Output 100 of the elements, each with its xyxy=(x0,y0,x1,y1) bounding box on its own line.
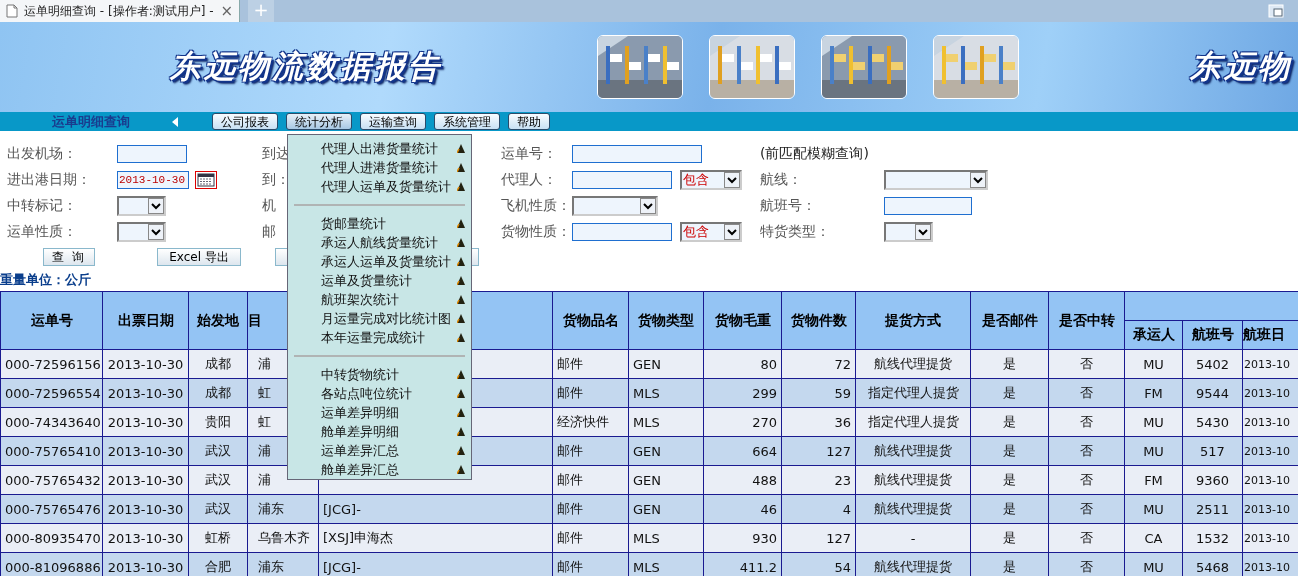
chevron-down-icon[interactable] xyxy=(970,172,986,188)
menu-button[interactable]: 公司报表 xyxy=(212,113,278,130)
table-cell: 邮件 xyxy=(552,523,629,553)
calendar-icon[interactable] xyxy=(195,171,217,189)
table-cell: 武汉 xyxy=(188,436,248,466)
document-icon xyxy=(6,4,18,18)
menu-item[interactable]: 代理人运单及货量统计 xyxy=(288,177,471,196)
dropdown-field[interactable] xyxy=(572,196,658,216)
table-cell: [XSJ]申海杰 xyxy=(318,523,553,553)
table-cell: 航线代理提货 xyxy=(855,436,971,466)
menu-item[interactable]: 承运人运单及货量统计 xyxy=(294,252,465,271)
menu-item[interactable]: 承运人航线货量统计 xyxy=(294,233,465,252)
table-cell: 武汉 xyxy=(188,465,248,495)
dropdown-field[interactable] xyxy=(884,222,933,242)
close-button[interactable]: × xyxy=(220,2,233,20)
page-title: 运单明细查询 xyxy=(52,112,131,131)
menu-item[interactable]: 运单及货量统计 xyxy=(294,271,465,290)
chevron-down-icon[interactable] xyxy=(915,224,931,240)
field-label: 运单号： xyxy=(501,145,557,163)
chevron-down-icon[interactable] xyxy=(148,198,164,214)
triangle-icon xyxy=(457,295,465,304)
browser-tab[interactable]: 运单明细查询 - [操作者:测试用户] - × xyxy=(0,0,240,22)
field-label: 飞机性质： xyxy=(501,197,571,215)
table-cell: GEN xyxy=(628,465,704,495)
input-field[interactable] xyxy=(572,171,672,189)
dropdown-field[interactable] xyxy=(117,196,166,216)
field-label: 运单性质： xyxy=(7,223,77,241)
table-cell: 59 xyxy=(781,378,856,408)
table-cell: 航线代理提货 xyxy=(855,494,971,524)
table-cell: 邮件 xyxy=(552,436,629,466)
table-cell: 虹桥 xyxy=(188,523,248,553)
form-button[interactable]: Excel 导出 xyxy=(157,248,241,266)
table-cell: 邮件 xyxy=(552,349,629,379)
chevron-down-icon[interactable] xyxy=(640,198,656,214)
table-cell: 航线代理提货 xyxy=(855,465,971,495)
input-field[interactable] xyxy=(572,223,672,241)
chevron-down-icon[interactable] xyxy=(724,172,740,188)
table-cell: 488 xyxy=(703,465,782,495)
table-cell: 2013-10-30 xyxy=(102,349,189,379)
table-cell: GEN xyxy=(628,349,704,379)
triangle-icon xyxy=(457,219,465,228)
left-triangle-icon[interactable] xyxy=(172,116,178,127)
table-cell: 000-72596156 xyxy=(0,349,103,379)
column-header: 承运人 xyxy=(1124,320,1183,350)
table-cell: 000-75765432 xyxy=(0,465,103,495)
table-cell: 9360 xyxy=(1182,465,1243,495)
table-cell: 9544 xyxy=(1182,378,1243,408)
table-cell: 否 xyxy=(1048,494,1125,524)
triangle-icon xyxy=(457,408,465,417)
table-cell: 否 xyxy=(1048,407,1125,437)
table-cell: 否 xyxy=(1048,378,1125,408)
column-header: 出票日期 xyxy=(102,291,189,350)
menu-button[interactable]: 统计分析 xyxy=(286,113,352,130)
table-cell: 299 xyxy=(703,378,782,408)
table-cell: 2013-10-30 xyxy=(102,378,189,408)
menu-item[interactable]: 货邮量统计 xyxy=(294,214,465,233)
table-cell: MU xyxy=(1124,407,1183,437)
menu-item[interactable]: 代理人进港货量统计 xyxy=(288,158,471,177)
table-cell: GEN xyxy=(628,436,704,466)
triangle-icon xyxy=(457,370,465,379)
table-cell: 否 xyxy=(1048,465,1125,495)
chevron-down-icon[interactable] xyxy=(148,224,164,240)
input-field[interactable] xyxy=(117,145,187,163)
triangle-icon xyxy=(457,333,465,342)
input-field[interactable] xyxy=(884,197,972,215)
table-cell: MLS xyxy=(628,523,704,553)
table-cell: GEN xyxy=(628,494,704,524)
table-cell: 5430 xyxy=(1182,407,1243,437)
dropdown-field[interactable] xyxy=(884,170,988,190)
menu-button[interactable]: 系统管理 xyxy=(434,113,500,130)
column-header: 货物件数 xyxy=(781,291,856,350)
input-field[interactable] xyxy=(572,145,702,163)
form-button[interactable]: 查 询 xyxy=(43,248,95,266)
triangle-icon xyxy=(457,238,465,247)
dropdown-field[interactable]: 包含 xyxy=(680,170,742,190)
chevron-down-icon[interactable] xyxy=(724,224,740,240)
triangle-icon xyxy=(457,276,465,285)
table-cell: MLS xyxy=(628,407,704,437)
menu-item[interactable]: 代理人出港货量统计 xyxy=(288,139,471,158)
dropdown-field[interactable]: 包含 xyxy=(680,222,742,242)
table-cell: 2013-10-30 xyxy=(102,465,189,495)
date-field[interactable]: 2013-10-30 xyxy=(117,171,189,189)
menu-button[interactable]: 帮助 xyxy=(508,113,550,130)
table-cell: MU xyxy=(1124,436,1183,466)
table-cell: MU xyxy=(1124,494,1183,524)
field-label: 航班号： xyxy=(760,197,816,215)
field-label: 邮 xyxy=(262,223,276,241)
triangle-icon xyxy=(457,144,465,153)
table-cell: 航线代理提货 xyxy=(855,349,971,379)
table-cell: 4 xyxy=(781,494,856,524)
column-header: 运单号 xyxy=(0,291,103,350)
triangle-icon xyxy=(457,446,465,455)
triangle-icon xyxy=(457,389,465,398)
menu-button[interactable]: 运输查询 xyxy=(360,113,426,130)
dropdown-field[interactable] xyxy=(117,222,166,242)
column-header: 是否邮件 xyxy=(970,291,1049,350)
table-cell: 127 xyxy=(781,523,856,553)
triangle-icon xyxy=(457,182,465,191)
table-cell: 2013-10-30 xyxy=(102,494,189,524)
table-cell: 2013-10-30 xyxy=(102,407,189,437)
